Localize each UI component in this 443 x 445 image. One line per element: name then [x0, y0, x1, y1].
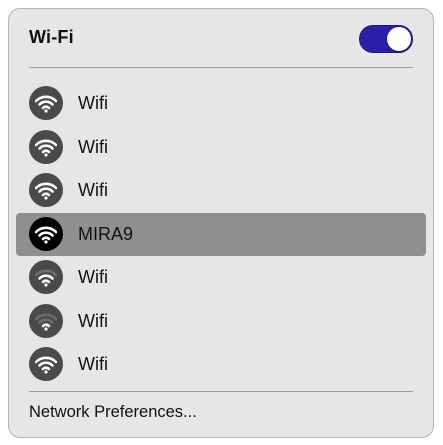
network-item[interactable]: Wifi: [9, 300, 433, 344]
network-preferences-button[interactable]: Network Preferences...: [29, 403, 197, 422]
wifi-icon: [29, 129, 63, 164]
network-item[interactable]: Wifi: [9, 82, 433, 126]
network-item[interactable]: Wifi: [9, 343, 433, 387]
wifi-icon: [29, 216, 63, 251]
wifi-toggle[interactable]: [359, 25, 413, 53]
wifi-menu: Wi-Fi Wifi Wifi Wifi MIRA9 Wifi Wifi Wif…: [8, 8, 434, 438]
network-name: Wifi: [78, 180, 108, 200]
wifi-icon: [29, 173, 63, 207]
network-list: Wifi Wifi Wifi MIRA9 Wifi Wifi Wifi: [9, 82, 433, 387]
wifi-icon: [29, 86, 63, 120]
divider: [29, 391, 413, 392]
toggle-knob: [387, 27, 411, 51]
wifi-icon: [29, 260, 63, 294]
network-name: MIRA9: [78, 223, 134, 244]
network-name: Wifi: [78, 354, 108, 374]
wifi-title: Wi-Fi: [29, 27, 74, 47]
network-name: Wifi: [78, 93, 108, 113]
wifi-icon: [29, 303, 63, 338]
divider: [29, 67, 413, 68]
wifi-header: Wi-Fi: [9, 9, 433, 69]
network-name: Wifi: [78, 136, 108, 157]
network-item[interactable]: Wifi: [9, 256, 433, 300]
network-item[interactable]: Wifi: [9, 169, 433, 213]
wifi-icon: [29, 347, 63, 381]
network-name: Wifi: [78, 310, 108, 331]
network-name: Wifi: [78, 267, 108, 287]
network-item[interactable]: Wifi: [9, 126, 433, 170]
network-item-selected[interactable]: MIRA9: [16, 212, 426, 256]
